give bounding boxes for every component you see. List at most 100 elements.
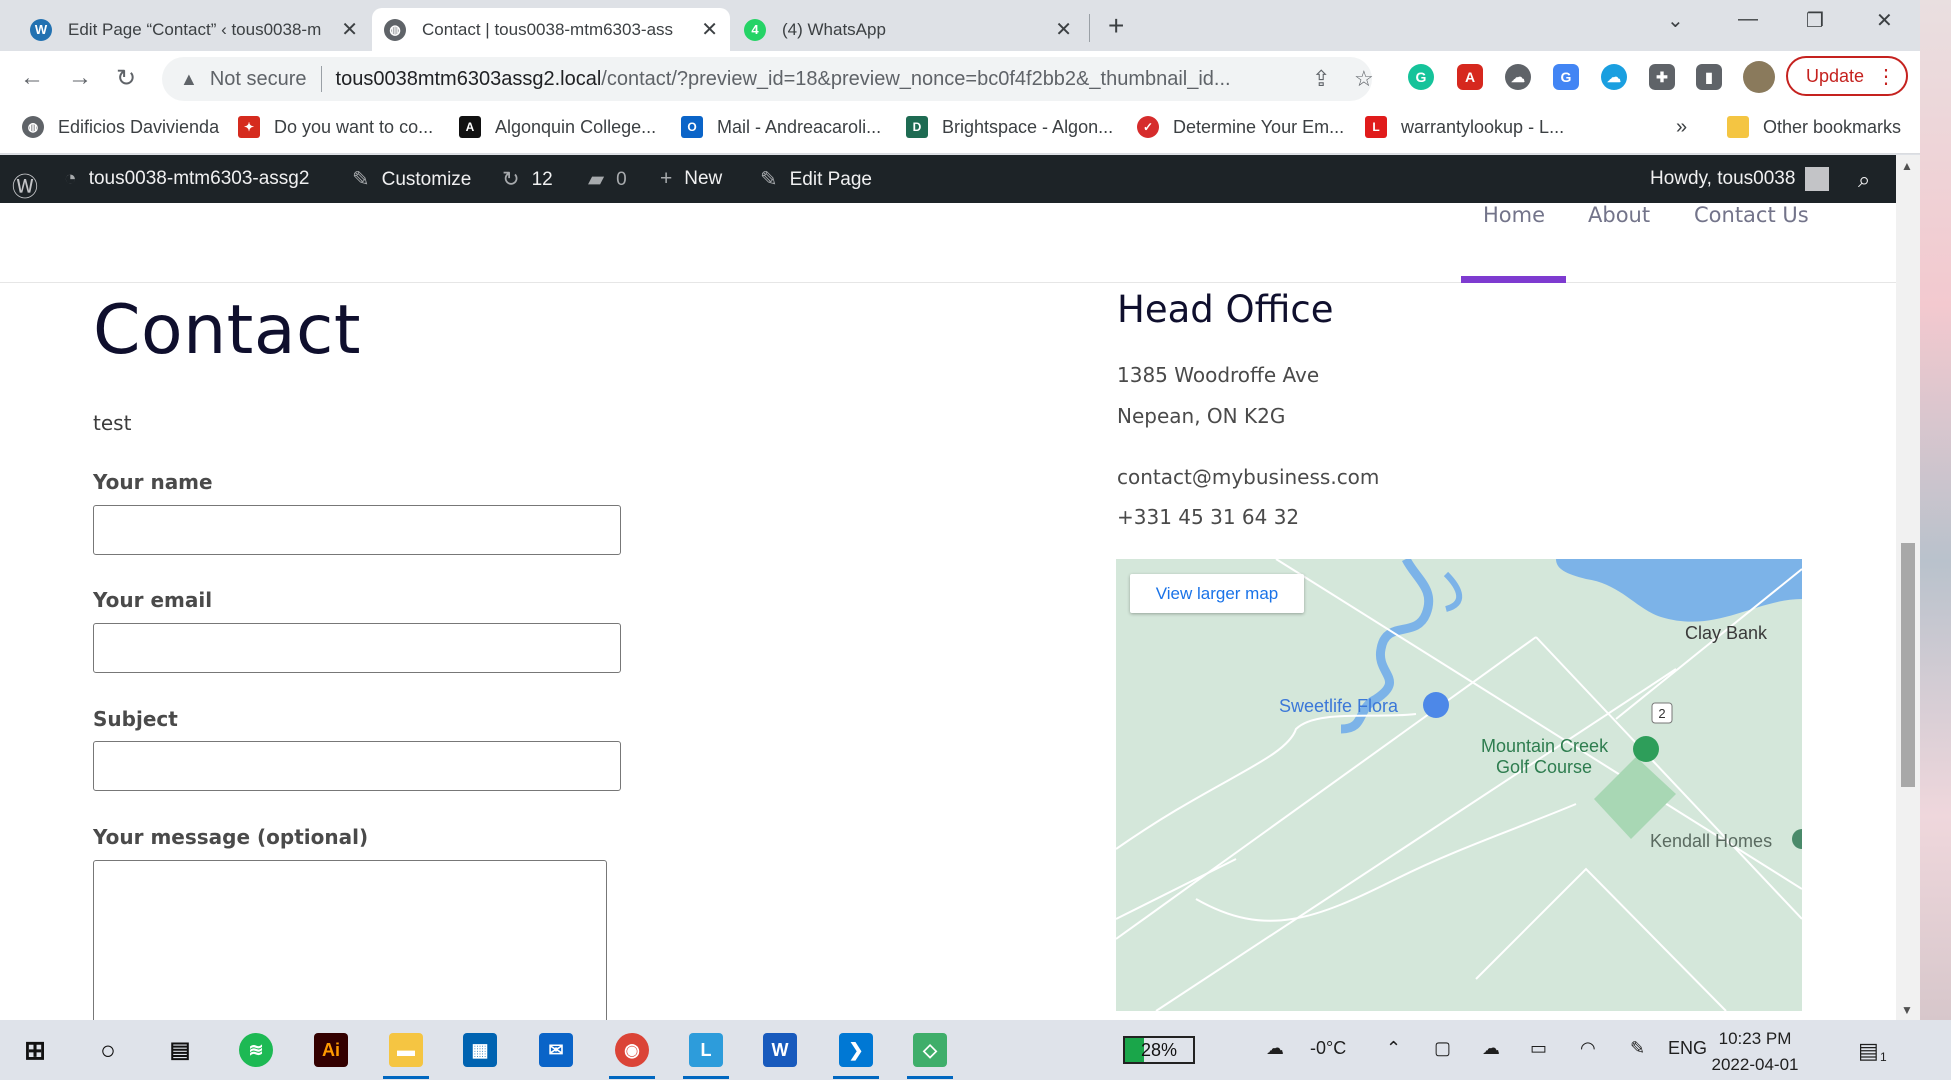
mail-icon[interactable]: ✉: [539, 1033, 573, 1067]
grammarly-icon[interactable]: G: [1408, 64, 1434, 90]
vscode-icon[interactable]: ❯: [839, 1033, 873, 1067]
battery-icon[interactable]: ▭: [1530, 1038, 1547, 1059]
bookmark-item[interactable]: L warrantylookup - L...: [1365, 116, 1564, 138]
map-label-clay-bank: Clay Bank: [1685, 623, 1768, 643]
contact-email[interactable]: contact@mybusiness.com: [1117, 465, 1379, 489]
email-field[interactable]: [93, 623, 621, 673]
store-icon[interactable]: ▦: [463, 1033, 497, 1067]
nav-home[interactable]: Home: [1483, 203, 1545, 227]
minimize-icon[interactable]: —: [1738, 8, 1758, 31]
chevron-up-icon[interactable]: ⌃: [1386, 1038, 1401, 1059]
scroll-down-icon[interactable]: ▼: [1901, 1003, 1913, 1017]
bookmark-item[interactable]: ✓ Determine Your Em...: [1137, 116, 1344, 138]
bookmarks-overflow[interactable]: »: [1676, 116, 1687, 139]
back-icon[interactable]: ←: [20, 64, 44, 92]
place-pin-icon[interactable]: [1792, 829, 1802, 849]
pen-icon[interactable]: ✎: [1630, 1038, 1645, 1059]
wifi-icon[interactable]: ◠: [1580, 1038, 1596, 1059]
chrome-icon[interactable]: ◉: [615, 1033, 649, 1067]
close-icon[interactable]: ✕: [701, 17, 718, 42]
cloud-icon[interactable]: ☁: [1505, 64, 1531, 90]
updates-count: 12: [531, 168, 553, 190]
word-icon[interactable]: W: [763, 1033, 797, 1067]
close-icon[interactable]: ✕: [341, 17, 358, 42]
wordpress-logo-icon[interactable]: Ⓦ: [12, 167, 38, 204]
wp-site-name[interactable]: ◔ tous0038-mtm6303-assg2: [64, 167, 309, 191]
embedded-map[interactable]: 2 View larger map Clay Bank Sweetlife Fl…: [1116, 559, 1802, 1011]
bookmark-item[interactable]: O Mail - Andreacaroli...: [681, 116, 881, 138]
divider: [320, 66, 322, 92]
file-explorer-icon[interactable]: ▬: [389, 1033, 423, 1067]
subject-field[interactable]: [93, 741, 621, 791]
wordpress-icon: Ⓦ: [12, 172, 39, 202]
onedrive-icon[interactable]: ☁: [1482, 1038, 1500, 1059]
reload-icon[interactable]: ↻: [116, 64, 136, 93]
acrobat-icon[interactable]: A: [1457, 64, 1483, 90]
bookmark-item[interactable]: ◍ Edificios Davivienda: [22, 116, 219, 138]
forward-icon[interactable]: →: [68, 64, 92, 92]
nav-about[interactable]: About: [1588, 203, 1650, 227]
wp-updates[interactable]: ↻ 12: [502, 167, 553, 192]
golf-pin-icon[interactable]: [1633, 736, 1659, 762]
tab-whatsapp[interactable]: 4 (4) WhatsApp ✕: [732, 8, 1084, 51]
share-icon[interactable]: ⇪: [1312, 66, 1330, 92]
wp-comments[interactable]: ▰ 0: [588, 167, 627, 192]
wp-customize[interactable]: ✎ Customize: [352, 167, 471, 192]
bookmark-label: Algonquin College...: [495, 116, 657, 137]
weather-temp[interactable]: -0°C: [1310, 1038, 1346, 1059]
side-panel-icon[interactable]: ▮: [1696, 64, 1722, 90]
translate-icon[interactable]: G: [1553, 64, 1579, 90]
update-label: Update: [1806, 65, 1865, 86]
tab-contact[interactable]: ◍ Contact | tous0038-mtm6303-ass ✕: [372, 8, 730, 51]
tab-edit-page[interactable]: W Edit Page “Contact” ‹ tous0038-m ✕: [18, 8, 370, 51]
wp-account[interactable]: Howdy, tous0038: [1650, 167, 1830, 191]
new-tab-icon[interactable]: +: [1108, 10, 1124, 42]
notification-icon[interactable]: ▤: [1858, 1038, 1879, 1064]
bookmark-item[interactable]: D Brightspace - Algon...: [906, 116, 1113, 138]
extensions-icon[interactable]: ✚: [1649, 64, 1675, 90]
contact-phone[interactable]: +331 45 31 64 32: [1117, 505, 1299, 529]
customize-label: Customize: [381, 168, 472, 190]
view-larger-map-button[interactable]: View larger map: [1130, 574, 1304, 613]
close-icon[interactable]: ✕: [1055, 17, 1072, 42]
profile-avatar[interactable]: [1743, 61, 1775, 93]
scroll-up-icon[interactable]: ▲: [1901, 159, 1913, 173]
menu-icon[interactable]: ⋮: [1876, 64, 1896, 89]
clock[interactable]: 10:23 PM 2022-04-01: [1702, 1026, 1808, 1078]
bookmark-item[interactable]: ✦ Do you want to co...: [238, 116, 433, 138]
update-button[interactable]: Update ⋮: [1786, 56, 1908, 96]
wp-edit-page[interactable]: ✎ Edit Page: [760, 167, 872, 192]
onedrive-icon[interactable]: ☁: [1601, 64, 1627, 90]
search-circle-icon[interactable]: ○: [91, 1033, 125, 1067]
intro-text: test: [93, 411, 132, 435]
window-close-icon[interactable]: ✕: [1876, 8, 1893, 33]
algonquin-icon: A: [459, 116, 481, 138]
search-icon[interactable]: ⌕: [1858, 167, 1870, 193]
message-textarea[interactable]: [93, 860, 607, 1020]
name-field[interactable]: [93, 505, 621, 555]
meet-icon[interactable]: ▢: [1434, 1038, 1451, 1059]
weather-icon[interactable]: ☁: [1266, 1038, 1284, 1059]
shop-pin-icon[interactable]: [1423, 692, 1449, 718]
restore-icon[interactable]: ❐: [1806, 8, 1824, 33]
tab-search-chevron-icon[interactable]: ⌄: [1667, 8, 1684, 33]
windows-start-icon[interactable]: ⊞: [18, 1033, 52, 1067]
nav-contact-us[interactable]: Contact Us: [1694, 203, 1809, 227]
task-view-icon[interactable]: ▤: [163, 1033, 197, 1067]
local-app-icon[interactable]: ◇: [913, 1033, 947, 1067]
address-bar[interactable]: ▲ Not secure tous0038mtm6303assg2.local …: [162, 57, 1374, 101]
page-scrollbar[interactable]: ▲ ▼: [1896, 155, 1920, 1020]
star-icon[interactable]: ☆: [1354, 66, 1374, 92]
illustrator-icon[interactable]: Ai: [314, 1033, 348, 1067]
other-bookmarks[interactable]: Other bookmarks: [1727, 116, 1901, 138]
lenovo-icon: L: [1365, 116, 1387, 138]
spotify-icon[interactable]: ≋: [239, 1033, 273, 1067]
battery-indicator[interactable]: 28%: [1123, 1036, 1195, 1064]
tab-title: Contact | tous0038-mtm6303-ass: [422, 19, 674, 39]
globe-icon: ◍: [22, 116, 44, 138]
wp-new[interactable]: + New: [660, 167, 722, 191]
bookmark-item[interactable]: A Algonquin College...: [459, 116, 656, 138]
notification-count: 1: [1880, 1050, 1887, 1064]
scroll-thumb[interactable]: [1901, 543, 1915, 787]
lightroom-icon[interactable]: L: [689, 1033, 723, 1067]
